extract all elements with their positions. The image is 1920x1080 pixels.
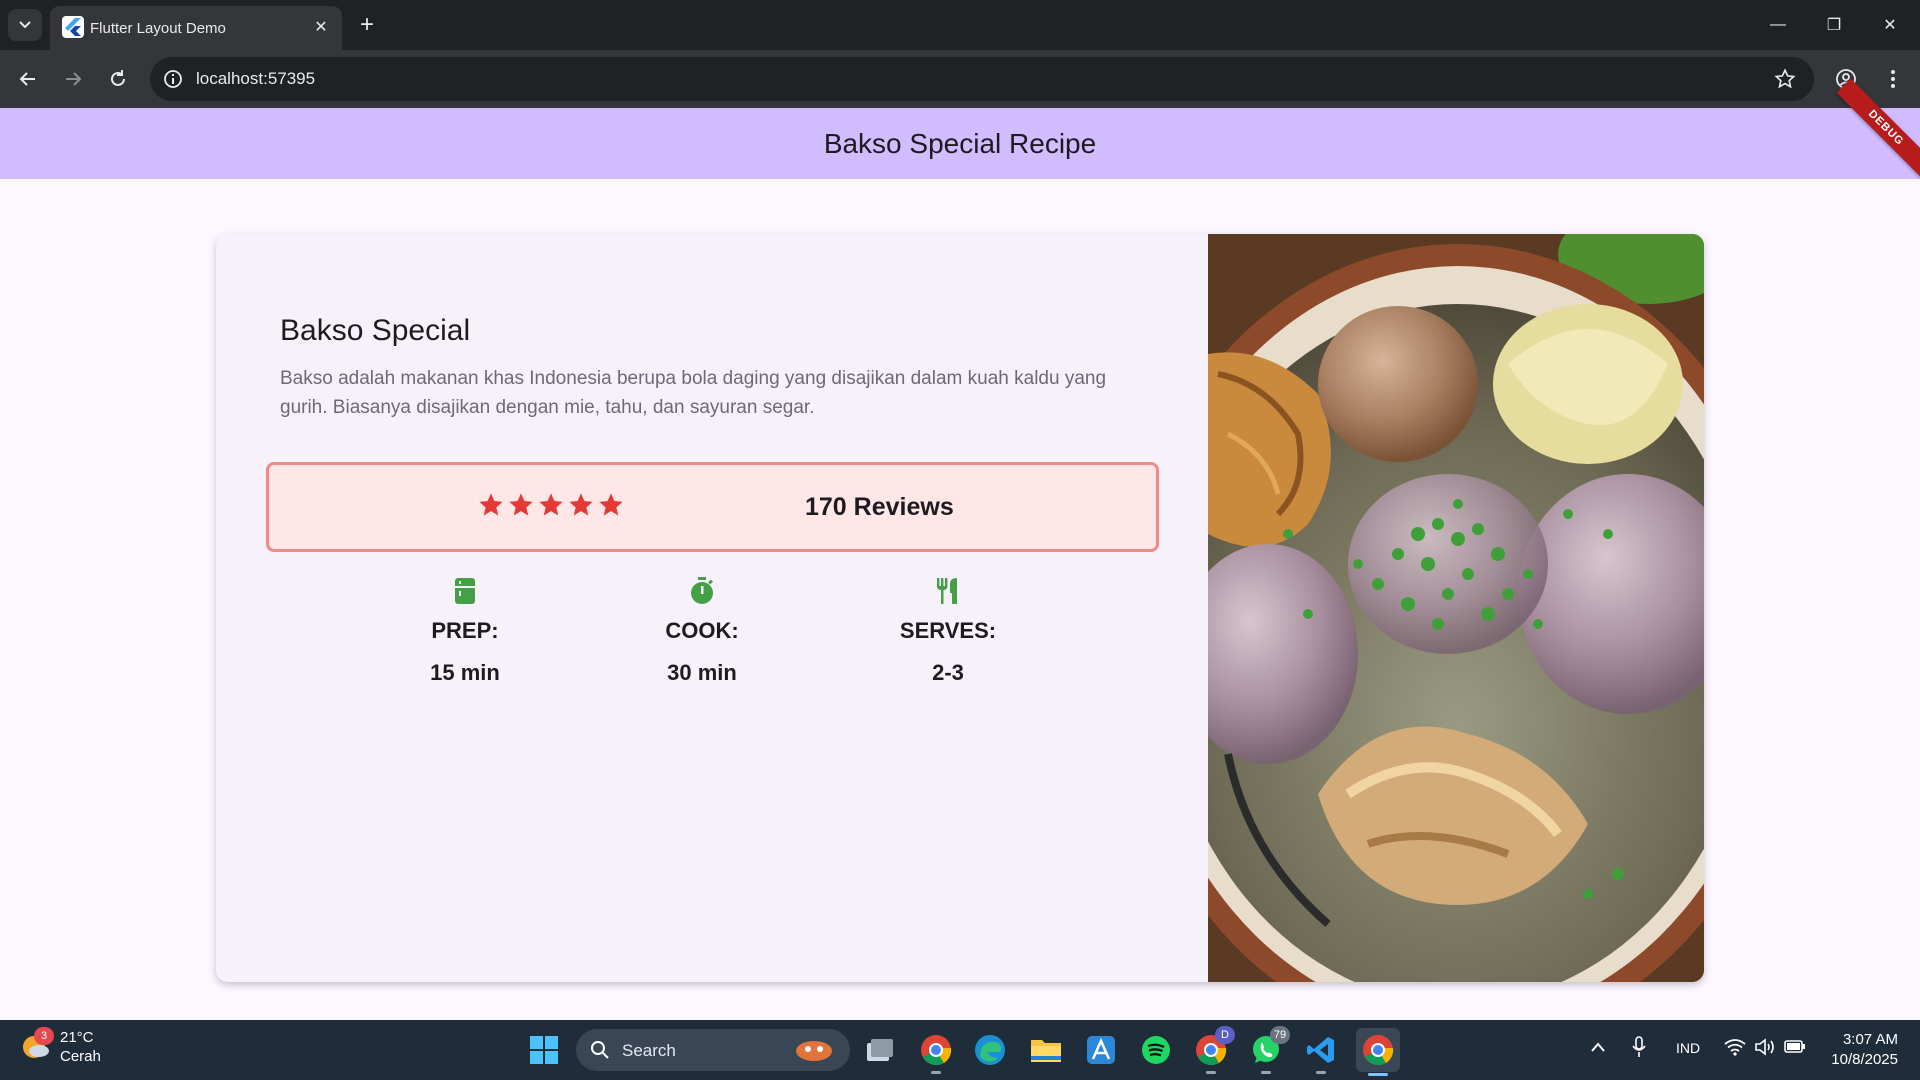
app-bar: Bakso Special Recipe <box>0 108 1920 179</box>
start-button[interactable] <box>524 1030 564 1070</box>
microphone-icon[interactable] <box>1632 1036 1646 1062</box>
task-view-icon <box>867 1039 893 1061</box>
arrow-left-icon <box>19 72 35 86</box>
volume-icon[interactable] <box>1754 1038 1776 1060</box>
browser-tab[interactable]: Flutter Layout Demo ✕ <box>50 6 342 50</box>
battery-icon[interactable] <box>1784 1038 1806 1058</box>
prep-value: 15 min <box>430 660 500 685</box>
profile-badge: D <box>1215 1026 1235 1044</box>
search-label: Search <box>622 1041 676 1060</box>
chrome-icon <box>1363 1035 1394 1066</box>
prep-stat: PREP: 15 min <box>390 576 540 686</box>
url-text: localhost:57395 <box>196 69 316 88</box>
taskbar-edge[interactable] <box>970 1030 1010 1070</box>
forward-button[interactable] <box>55 61 91 97</box>
chrome-icon <box>921 1035 952 1066</box>
active-indicator <box>1368 1073 1388 1076</box>
taskbar-vscode[interactable] <box>1301 1030 1341 1074</box>
bakso-photo <box>1208 234 1704 982</box>
serves-value: 2-3 <box>932 660 964 685</box>
chevron-up-icon <box>1591 1042 1605 1052</box>
star-icon <box>477 491 505 519</box>
weather-temp: 21°C <box>60 1029 94 1046</box>
edge-icon <box>975 1035 1005 1065</box>
folder-icon <box>1031 1040 1061 1062</box>
bookmark-star-icon[interactable] <box>1772 66 1798 92</box>
restore-button[interactable]: ❐ <box>1806 0 1862 50</box>
close-window-button[interactable]: ✕ <box>1862 0 1918 50</box>
clock-date: 10/8/2025 <box>1831 1051 1898 1068</box>
wifi-icon[interactable] <box>1724 1038 1746 1060</box>
reload-button[interactable] <box>100 61 136 97</box>
browser-menu-button[interactable] <box>1875 61 1911 97</box>
tab-title: Flutter Layout Demo <box>90 20 226 37</box>
taskbar-app-a[interactable] <box>1081 1030 1121 1070</box>
chevron-down-icon <box>19 21 31 29</box>
taskbar-spotify[interactable] <box>1136 1030 1176 1070</box>
language-indicator[interactable]: IND <box>1676 1040 1700 1056</box>
arrow-right-icon <box>66 72 82 86</box>
reload-icon <box>111 70 125 86</box>
running-indicator <box>1261 1071 1271 1074</box>
rating-box: 170 Reviews <box>266 462 1159 552</box>
weather-icon: 3 <box>20 1027 54 1063</box>
app-title: Bakso Special Recipe <box>823 128 1097 159</box>
whatsapp-badge: 79 <box>1270 1026 1290 1044</box>
weather-widget[interactable]: 3 21°C Cerah <box>20 1027 101 1066</box>
running-indicator <box>1316 1071 1326 1074</box>
star-icon <box>597 491 625 519</box>
reviews-count: 170 Reviews <box>805 493 954 521</box>
taskbar-whatsapp[interactable]: 79 <box>1246 1026 1290 1074</box>
search-highlight-icon <box>796 1041 832 1061</box>
app-a-icon <box>1087 1036 1115 1064</box>
taskbar: 3 21°C Cerah Search D 79 IND 3:07 AM 10/… <box>0 1020 1920 1080</box>
restaurant-icon <box>873 576 1023 606</box>
new-tab-button[interactable]: + <box>352 10 382 40</box>
running-indicator <box>1206 1071 1216 1074</box>
taskbar-search[interactable]: Search <box>576 1029 850 1071</box>
address-bar[interactable]: localhost:57395 <box>150 57 1814 101</box>
taskbar-chrome-profile-1[interactable] <box>916 1030 956 1074</box>
cook-label: COOK: <box>665 618 739 643</box>
windows-icon <box>530 1036 558 1064</box>
prep-label: PREP: <box>431 618 499 643</box>
timer-icon <box>627 576 777 606</box>
kitchen-icon <box>390 576 540 606</box>
weather-desc: Cerah <box>60 1048 101 1065</box>
taskbar-file-explorer[interactable] <box>1026 1030 1066 1070</box>
search-icon <box>591 1041 609 1059</box>
cook-stat: COOK: 30 min <box>627 576 777 686</box>
close-tab-icon[interactable]: ✕ <box>310 16 332 38</box>
show-hidden-icons-button[interactable] <box>1590 1040 1606 1057</box>
minimize-button[interactable]: — <box>1750 0 1806 50</box>
task-view-button[interactable] <box>860 1030 900 1070</box>
system-clock[interactable]: 3:07 AM 10/8/2025 <box>1831 1030 1898 1070</box>
cook-value: 30 min <box>667 660 737 685</box>
recipe-title: Bakso Special <box>280 314 471 347</box>
weather-badge: 3 <box>34 1027 54 1045</box>
back-button[interactable] <box>10 61 46 97</box>
star-icon <box>537 491 565 519</box>
browser-toolbar: localhost:57395 <box>0 50 1920 108</box>
star-icon <box>507 491 535 519</box>
more-vert-icon <box>1891 70 1895 88</box>
tab-search-button[interactable] <box>8 9 42 41</box>
star-icon <box>567 491 595 519</box>
flutter-icon <box>62 16 84 38</box>
recipe-info-panel: Bakso Special Bakso adalah makanan khas … <box>216 234 1208 982</box>
site-info-icon[interactable] <box>162 68 184 90</box>
spotify-icon <box>1142 1036 1170 1064</box>
clock-time: 3:07 AM <box>1842 1031 1898 1048</box>
taskbar-chrome-profile-2[interactable]: D <box>1191 1026 1235 1074</box>
star-rating <box>477 491 625 519</box>
serves-stat: SERVES: 2-3 <box>873 576 1023 686</box>
vscode-icon <box>1307 1037 1334 1063</box>
recipe-card: Bakso Special Bakso adalah makanan khas … <box>216 234 1704 982</box>
serves-label: SERVES: <box>899 618 997 643</box>
recipe-description: Bakso adalah makanan khas Indonesia beru… <box>280 368 1107 418</box>
running-indicator <box>931 1071 941 1074</box>
taskbar-chrome-active[interactable] <box>1356 1028 1400 1076</box>
browser-tab-strip: Flutter Layout Demo ✕ + — ❐ ✕ <box>0 0 1920 50</box>
